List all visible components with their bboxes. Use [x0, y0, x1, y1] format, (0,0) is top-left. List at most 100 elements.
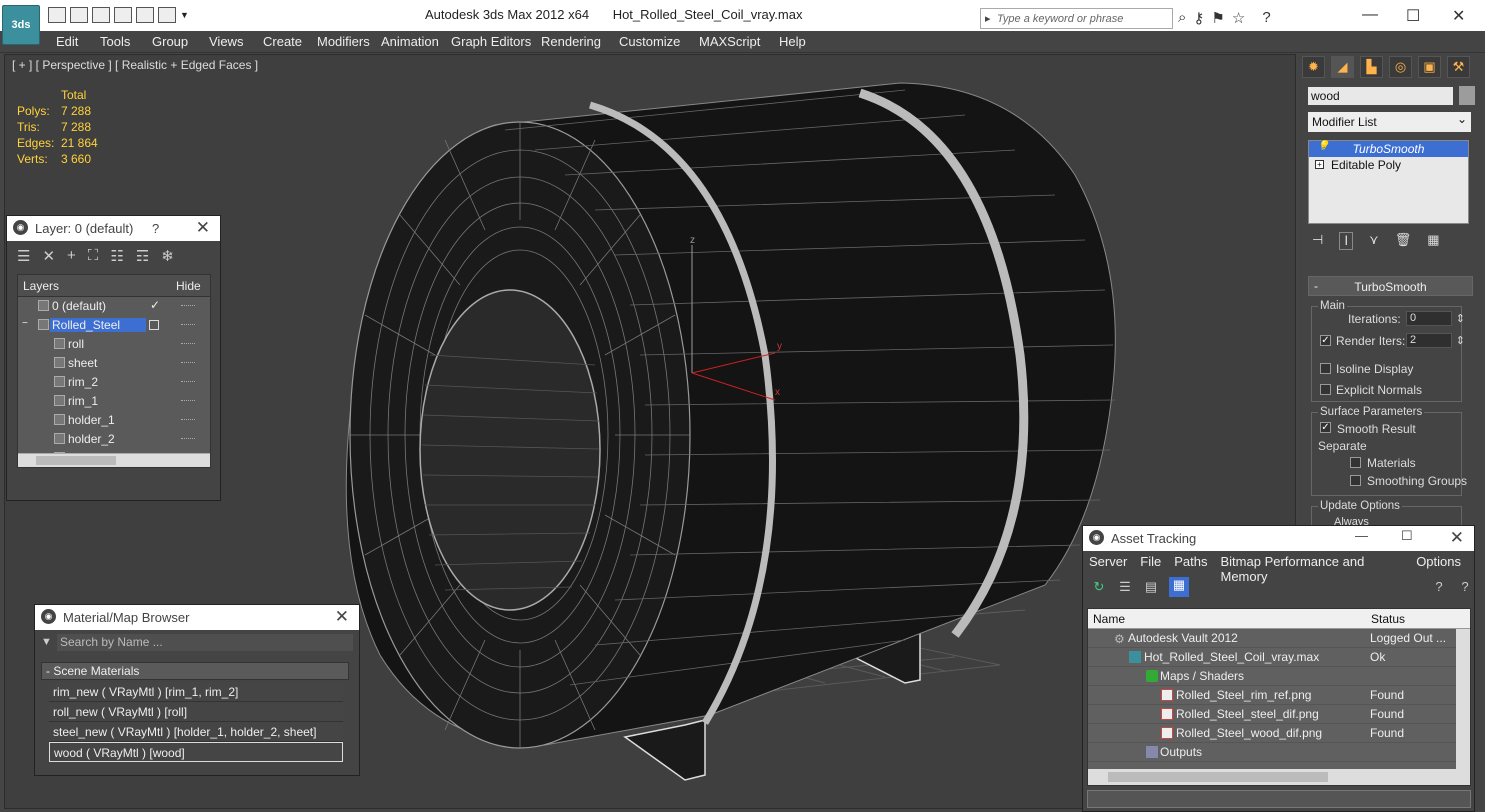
close-button[interactable]: ✕	[1452, 6, 1465, 26]
favorites-star-icon[interactable]: ☆	[1232, 9, 1245, 27]
make-unique-icon[interactable]: ⋎	[1369, 232, 1379, 250]
hide-column-header[interactable]: Hide	[176, 279, 201, 293]
create-tab-icon[interactable]: ✹	[1302, 56, 1325, 78]
collapse-icon[interactable]: −	[22, 318, 28, 329]
asset-path-field[interactable]	[1087, 790, 1471, 808]
material-item[interactable]: steel_new ( VRayMtl ) [holder_1, holder_…	[49, 722, 343, 742]
hierarchy-tab-icon[interactable]: ▙	[1360, 56, 1383, 78]
smoothing-groups-checkbox[interactable]	[1350, 475, 1361, 486]
hide-all-icon[interactable]: ☶	[136, 247, 149, 271]
menu-create[interactable]: Create	[263, 34, 302, 49]
layer-row[interactable]: sheet	[18, 354, 210, 373]
hide-toggle[interactable]	[181, 324, 195, 326]
at-menu-server[interactable]: Server	[1089, 554, 1127, 573]
material-item[interactable]: wood ( VRayMtl ) [wood]	[49, 742, 343, 762]
table-view-icon[interactable]: ▦	[1169, 577, 1189, 597]
at-menu-paths[interactable]: Paths	[1174, 554, 1207, 573]
layer-row[interactable]: holder_2	[18, 430, 210, 449]
menu-tools[interactable]: Tools	[100, 34, 130, 49]
hide-toggle[interactable]	[181, 400, 195, 402]
help-search-icon[interactable]: ?	[1457, 579, 1473, 595]
help-search-input[interactable]: Type a keyword or phrase	[980, 8, 1173, 29]
menu-graph-editors[interactable]: Graph Editors	[451, 34, 531, 49]
motion-tab-icon[interactable]: ◎	[1389, 56, 1412, 78]
filter-dropdown-icon[interactable]: ▼	[41, 636, 52, 648]
modifier-list-dropdown[interactable]: Modifier List	[1308, 112, 1471, 132]
lightbulb-icon[interactable]: 💡	[1317, 142, 1329, 152]
asset-row[interactable]: Hot_Rolled_Steel_Coil_vray.max Ok	[1088, 648, 1470, 667]
refresh-icon[interactable]: ↻	[1091, 579, 1107, 595]
key-icon[interactable]: ⚷	[1193, 9, 1204, 27]
stack-item-turbosmooth[interactable]: 💡 TurboSmooth	[1309, 141, 1468, 157]
current-layer-check-icon[interactable]: ✓	[150, 298, 160, 312]
scene-materials-section[interactable]: - Scene Materials	[41, 662, 349, 680]
isoline-display-checkbox[interactable]	[1320, 363, 1331, 374]
expand-plus-icon[interactable]: +	[1315, 160, 1324, 169]
stack-item-editable-poly[interactable]: + Editable Poly	[1309, 157, 1468, 173]
menu-maxscript[interactable]: MAXScript	[699, 34, 760, 49]
layers-column-header[interactable]: Layers	[23, 279, 59, 293]
layer-row[interactable]: rim_1	[18, 392, 210, 411]
binoculars-icon[interactable]: ⌕	[1178, 9, 1186, 27]
add-to-layer-icon[interactable]: +	[67, 247, 76, 271]
menu-modifiers[interactable]: Modifiers	[317, 34, 370, 49]
asset-row[interactable]: Outputs	[1088, 743, 1470, 762]
asset-row[interactable]: Maps / Shaders	[1088, 667, 1470, 686]
asset-row[interactable]: ⚙ Autodesk Vault 2012 Logged Out ...	[1088, 629, 1470, 648]
utilities-tab-icon[interactable]: ⚒	[1447, 56, 1470, 78]
asset-tracking-header[interactable]: ◉ Asset Tracking — ☐ ✕	[1083, 526, 1474, 551]
project-folder-icon[interactable]	[158, 7, 176, 23]
undo-icon[interactable]	[114, 7, 132, 23]
close-icon[interactable]: ✕	[196, 218, 210, 238]
help-icon[interactable]: ?	[1262, 9, 1270, 27]
hide-toggle[interactable]	[181, 419, 195, 421]
remove-modifier-icon[interactable]: 🗑	[1395, 232, 1412, 250]
name-column-header[interactable]: Name	[1093, 612, 1125, 626]
new-layer-icon[interactable]: ☰	[17, 247, 30, 271]
menu-customize[interactable]: Customize	[619, 34, 680, 49]
freeze-all-icon[interactable]: ❄	[161, 247, 174, 271]
select-objects-icon[interactable]: ⛶	[88, 247, 99, 271]
hide-toggle[interactable]	[181, 381, 195, 383]
show-end-result-icon[interactable]: Ⅰ	[1339, 232, 1354, 250]
smooth-result-checkbox[interactable]: ✓	[1320, 422, 1331, 433]
configure-sets-icon[interactable]: ▦	[1427, 232, 1439, 250]
close-icon[interactable]: ✕	[1450, 528, 1464, 548]
at-menu-bitmap-performance[interactable]: Bitmap Performance and Memory	[1221, 554, 1404, 584]
minimize-button[interactable]: —	[1362, 6, 1378, 24]
layer-row[interactable]: roll	[18, 335, 210, 354]
explicit-normals-checkbox[interactable]	[1320, 384, 1331, 395]
separate-materials-checkbox[interactable]	[1350, 457, 1361, 468]
new-file-icon[interactable]	[48, 7, 66, 23]
asset-vertical-scrollbar[interactable]	[1456, 629, 1470, 769]
help-icon[interactable]: ?	[1431, 579, 1447, 595]
list-view-icon[interactable]: ☰	[1117, 579, 1133, 595]
delete-layer-icon[interactable]: ✕	[42, 247, 55, 271]
scrollbar-thumb[interactable]	[36, 456, 116, 465]
minimize-icon[interactable]: —	[1355, 528, 1368, 543]
iterations-spinner[interactable]: 0	[1406, 311, 1465, 326]
render-iters-spinner[interactable]: 2	[1406, 333, 1465, 348]
menu-edit[interactable]: Edit	[56, 34, 78, 49]
close-icon[interactable]: ✕	[335, 607, 349, 627]
redo-icon[interactable]	[136, 7, 154, 23]
menu-animation[interactable]: Animation	[381, 34, 439, 49]
save-file-icon[interactable]	[92, 7, 110, 23]
open-file-icon[interactable]	[70, 7, 88, 23]
layer-row[interactable]: 0 (default) ✓	[18, 297, 210, 316]
render-iters-checkbox[interactable]: ✓	[1320, 335, 1331, 346]
object-color-swatch[interactable]	[1459, 86, 1475, 105]
menu-group[interactable]: Group	[152, 34, 188, 49]
pin-stack-icon[interactable]: ⊣	[1312, 232, 1323, 250]
material-item[interactable]: rim_new ( VRayMtl ) [rim_1, rim_2]	[49, 682, 343, 702]
thumbnail-view-icon[interactable]: ▤	[1143, 579, 1159, 595]
app-logo-button[interactable]: 3ds	[2, 5, 40, 45]
at-menu-options[interactable]: Options	[1416, 554, 1461, 573]
layer-window-header[interactable]: ◉ Layer: 0 (default) ? ✕	[7, 216, 220, 241]
menu-rendering[interactable]: Rendering	[541, 34, 601, 49]
layer-help-button[interactable]: ?	[152, 221, 159, 236]
layer-row[interactable]: holder_1	[18, 411, 210, 430]
horizontal-scrollbar[interactable]	[18, 453, 210, 467]
highlight-layer-icon[interactable]: ☷	[110, 247, 123, 271]
maximize-icon[interactable]: ☐	[1401, 528, 1413, 544]
